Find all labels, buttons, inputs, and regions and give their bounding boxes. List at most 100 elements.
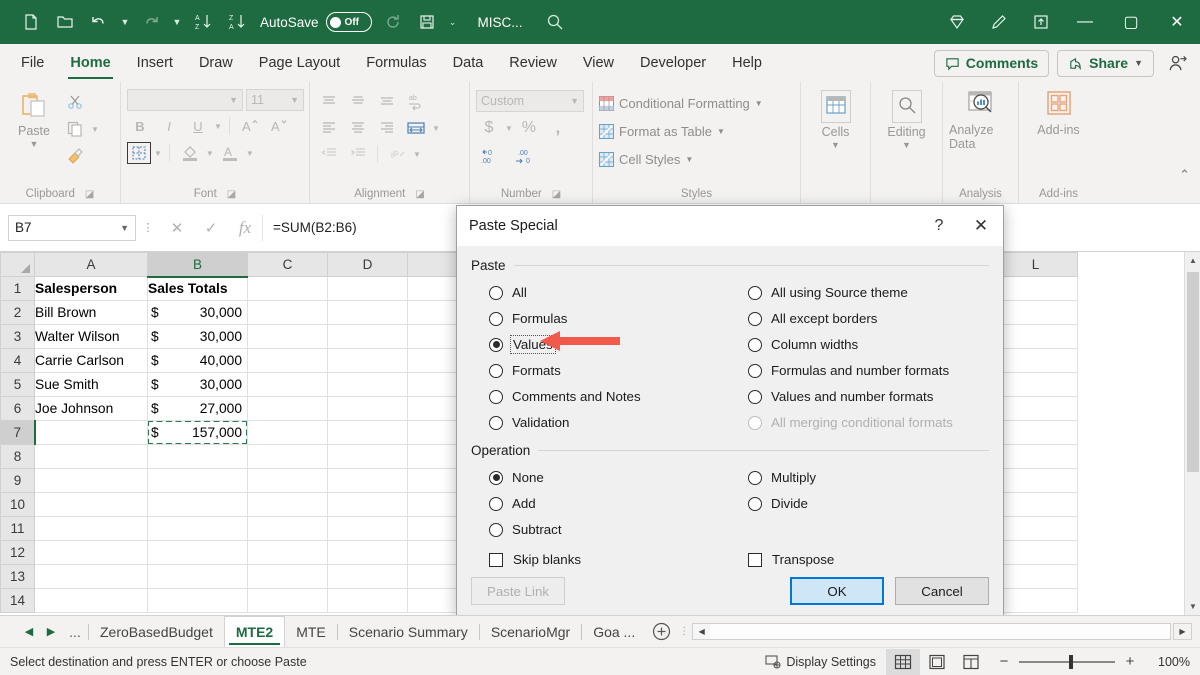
copy-button[interactable]: ▼: [62, 117, 99, 141]
bold-button[interactable]: B: [127, 114, 153, 138]
sheet-tab-mte2[interactable]: MTE2: [224, 616, 285, 647]
cell-b8[interactable]: [148, 445, 248, 469]
scroll-left-icon[interactable]: ◀: [693, 624, 710, 639]
orientation-dropdown-icon[interactable]: ▼: [413, 150, 421, 159]
refresh-icon[interactable]: [376, 5, 410, 39]
conditional-formatting-dropdown-icon[interactable]: ▼: [755, 99, 763, 108]
column-header-b[interactable]: B: [148, 253, 248, 277]
align-right-button[interactable]: [374, 116, 400, 140]
cell-l5[interactable]: [994, 373, 1078, 397]
cell-l2[interactable]: [994, 301, 1078, 325]
zoom-slider[interactable]: − +: [988, 653, 1146, 670]
add-ins-button[interactable]: Add-ins: [1026, 86, 1092, 137]
add-person-icon[interactable]: [1162, 48, 1192, 78]
merge-and-center-button[interactable]: [403, 116, 429, 140]
cell-c4[interactable]: [248, 349, 328, 373]
zoom-track[interactable]: [1019, 661, 1115, 663]
column-header-c[interactable]: C: [248, 253, 328, 277]
comments-button[interactable]: Comments: [934, 50, 1049, 77]
radio-operation-none[interactable]: None: [471, 465, 730, 490]
cell-a9[interactable]: [35, 469, 148, 493]
cell-a5[interactable]: Sue Smith: [35, 373, 148, 397]
cells-dropdown-icon[interactable]: ▼: [831, 140, 840, 150]
fill-color-button[interactable]: [177, 141, 203, 165]
document-name[interactable]: MISC...: [478, 15, 523, 30]
radio-formulas-and-number-formats[interactable]: Formulas and number formats: [730, 358, 989, 383]
undo-icon[interactable]: [82, 5, 116, 39]
scroll-up-icon[interactable]: ▲: [1185, 252, 1200, 269]
cell-b4[interactable]: $40,000: [148, 349, 248, 373]
cell-b1[interactable]: Sales Totals: [148, 277, 248, 301]
diamond-icon[interactable]: [936, 5, 978, 39]
zoom-thumb[interactable]: [1069, 655, 1073, 669]
increase-decimal-button[interactable]: 0.00: [476, 144, 506, 168]
row-header-9[interactable]: 9: [1, 469, 35, 493]
cell-l6[interactable]: [994, 397, 1078, 421]
format-painter-button[interactable]: [62, 144, 99, 168]
borders-dropdown-icon[interactable]: ▼: [154, 149, 162, 158]
cell-l7[interactable]: [994, 421, 1078, 445]
tab-draw[interactable]: Draw: [186, 44, 246, 82]
tab-insert[interactable]: Insert: [124, 44, 186, 82]
cell-a14[interactable]: [35, 589, 148, 613]
autosave-toggle[interactable]: Off: [326, 12, 372, 32]
scroll-down-icon[interactable]: ▼: [1185, 598, 1200, 615]
tab-formulas[interactable]: Formulas: [353, 44, 439, 82]
sheet-tab-mte[interactable]: MTE: [285, 616, 337, 647]
orientation-button[interactable]: ab: [384, 142, 410, 166]
cell-c1[interactable]: [248, 277, 328, 301]
cell-a4[interactable]: Carrie Carlson: [35, 349, 148, 373]
radio-all-using-source-theme[interactable]: All using Source theme: [730, 280, 989, 305]
cell-l11[interactable]: [994, 517, 1078, 541]
format-as-table-dropdown-icon[interactable]: ▼: [717, 127, 725, 136]
search-icon[interactable]: [545, 12, 565, 32]
cell-c2[interactable]: [248, 301, 328, 325]
cell-b5[interactable]: $30,000: [148, 373, 248, 397]
row-header-2[interactable]: 2: [1, 301, 35, 325]
shrink-font-button[interactable]: A: [266, 114, 292, 138]
sort-descending-icon[interactable]: ZA: [220, 5, 254, 39]
normal-view-icon[interactable]: [886, 649, 920, 675]
page-layout-view-icon[interactable]: [920, 649, 954, 675]
radio-paste-all[interactable]: All: [471, 280, 730, 305]
add-sheet-icon[interactable]: [646, 617, 676, 647]
number-format-dropdown-icon[interactable]: ▼: [570, 96, 579, 106]
tab-page-layout[interactable]: Page Layout: [246, 44, 353, 82]
cell-d11[interactable]: [328, 517, 408, 541]
radio-paste-comments-and-notes[interactable]: Comments and Notes: [471, 384, 730, 409]
cell-d1[interactable]: [328, 277, 408, 301]
tab-file[interactable]: File: [8, 44, 57, 82]
merge-dropdown-icon[interactable]: ▼: [432, 124, 440, 133]
align-center-button[interactable]: [345, 116, 371, 140]
cell-d14[interactable]: [328, 589, 408, 613]
clipboard-dialog-launcher-icon[interactable]: ◪: [85, 189, 94, 200]
cell-a10[interactable]: [35, 493, 148, 517]
radio-operation-divide[interactable]: Divide: [730, 491, 989, 516]
radio-paste-validation[interactable]: Validation: [471, 410, 730, 435]
radio-paste-formats[interactable]: Formats: [471, 358, 730, 383]
font-dialog-launcher-icon[interactable]: ◪: [227, 189, 236, 200]
decrease-decimal-button[interactable]: .000: [509, 144, 539, 168]
italic-button[interactable]: I: [156, 114, 182, 138]
grow-font-button[interactable]: A: [237, 114, 263, 138]
sheet-tab-zerobasedbudget[interactable]: ZeroBasedBudget: [89, 616, 224, 647]
cell-b7[interactable]: $157,000: [148, 421, 248, 445]
sheet-resize-handle[interactable]: ⋮: [676, 630, 692, 634]
cell-d12[interactable]: [328, 541, 408, 565]
row-header-11[interactable]: 11: [1, 517, 35, 541]
sheet-overflow-icon[interactable]: ...: [62, 624, 88, 640]
cell-a2[interactable]: Bill Brown: [35, 301, 148, 325]
font-name-input[interactable]: ▼: [127, 89, 243, 111]
cell-l13[interactable]: [994, 565, 1078, 589]
sheet-tab-scenario-summary[interactable]: Scenario Summary: [338, 616, 479, 647]
number-format-select[interactable]: Custom ▼: [476, 90, 584, 112]
format-as-table-button[interactable]: Format as Table ▼: [599, 119, 725, 143]
cell-a13[interactable]: [35, 565, 148, 589]
customize-quick-access-icon[interactable]: ⌄: [444, 5, 462, 39]
page-break-view-icon[interactable]: [954, 649, 988, 675]
cell-c3[interactable]: [248, 325, 328, 349]
conditional-formatting-button[interactable]: Conditional Formatting ▼: [599, 91, 763, 115]
tab-help[interactable]: Help: [719, 44, 775, 82]
enter-icon[interactable]: ✓: [194, 214, 228, 242]
cell-b11[interactable]: [148, 517, 248, 541]
